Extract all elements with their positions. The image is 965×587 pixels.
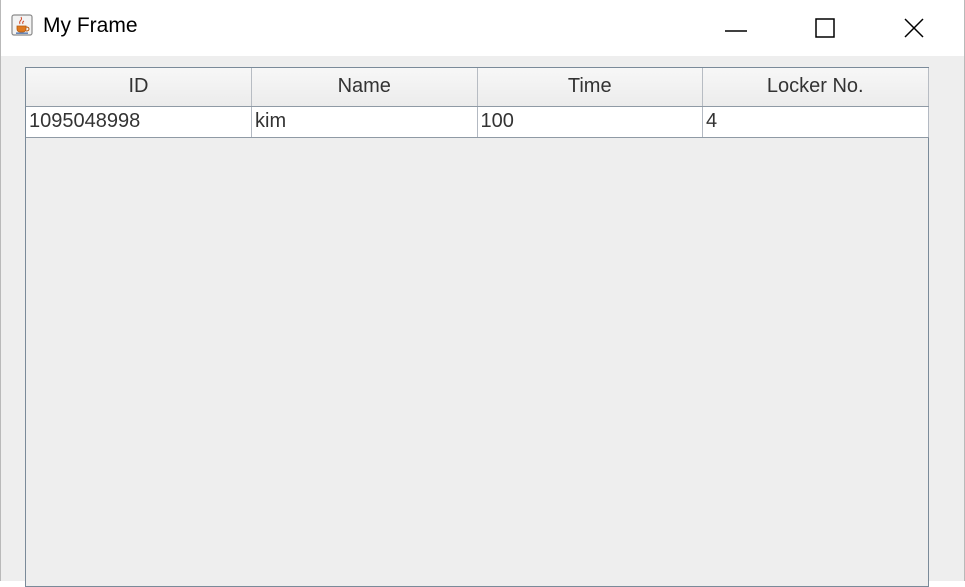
table-scroll-pane[interactable]: ID Name Time Locker No. 1095048998 kim 1… (25, 67, 929, 587)
java-coffee-cup-icon[interactable] (11, 14, 33, 36)
window-title: My Frame (43, 14, 138, 37)
column-header-id[interactable]: ID (26, 68, 252, 107)
table-cell-time[interactable]: 100 (477, 106, 703, 138)
maximize-button[interactable] (794, 0, 856, 56)
content-pane: ID Name Time Locker No. 1095048998 kim 1… (1, 56, 964, 587)
column-header-locker-no[interactable]: Locker No. (702, 68, 929, 107)
column-header-time[interactable]: Time (477, 68, 703, 107)
minimize-button[interactable] (705, 0, 767, 56)
minimize-icon (725, 30, 747, 32)
table-cell-name[interactable]: kim (251, 106, 478, 138)
title-bar[interactable]: My Frame (1, 0, 964, 56)
close-button[interactable] (883, 0, 945, 56)
column-header-name[interactable]: Name (251, 68, 478, 107)
table-row[interactable]: 1095048998 kim 100 4 (26, 106, 929, 138)
data-table[interactable]: ID Name Time Locker No. 1095048998 kim 1… (26, 68, 929, 138)
app-window: My Frame ID Name Time Locker No. 1095048… (0, 0, 965, 587)
maximize-icon (815, 18, 835, 38)
table-cell-locker-no[interactable]: 4 (702, 106, 929, 138)
close-icon (904, 18, 924, 38)
table-header-row: ID Name Time Locker No. (26, 68, 929, 107)
table-cell-id[interactable]: 1095048998 (26, 106, 252, 138)
